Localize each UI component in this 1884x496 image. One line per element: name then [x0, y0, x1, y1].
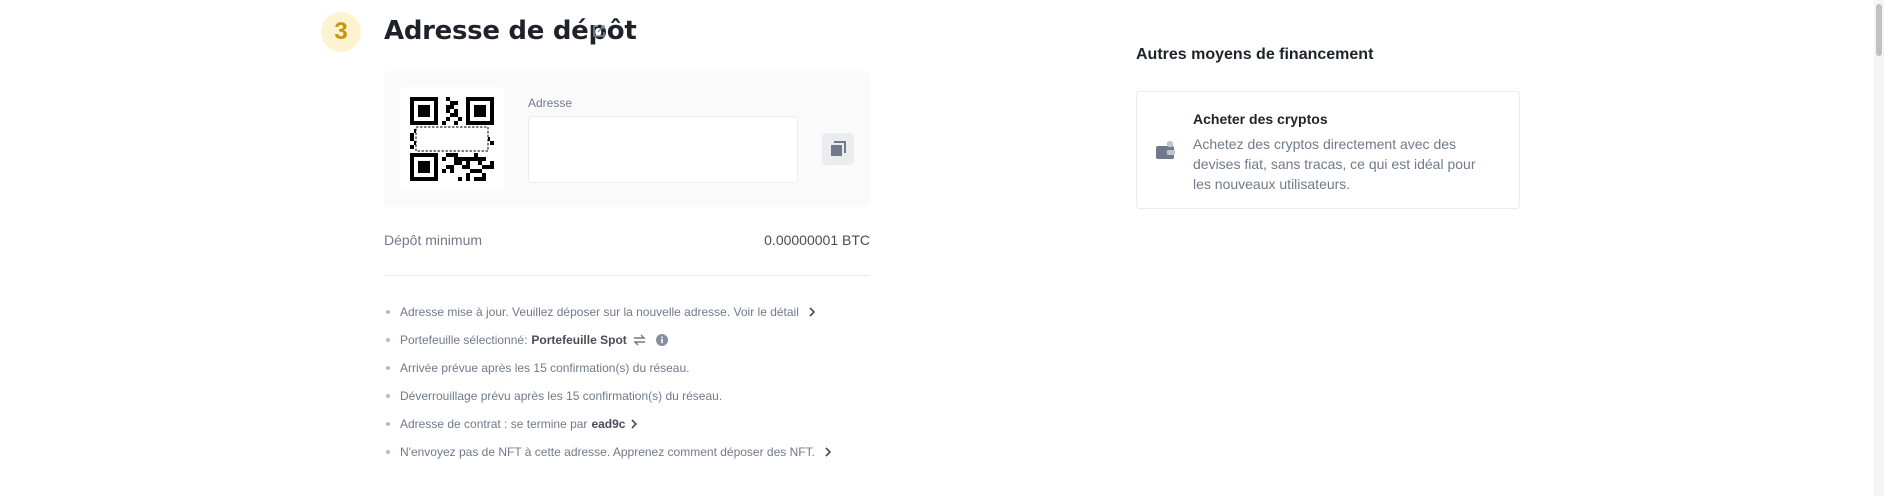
divider	[384, 275, 870, 276]
info-icon[interactable]	[655, 334, 668, 346]
minimum-deposit-label: Dépôt minimum	[384, 232, 483, 248]
chevron-right-icon[interactable]	[807, 307, 817, 317]
bullet	[386, 450, 390, 454]
address-field[interactable]	[528, 116, 798, 183]
wallet-name: Portefeuille Spot	[531, 333, 627, 347]
bullet	[386, 338, 390, 342]
qr-code	[400, 87, 504, 191]
note-text: N'envoyez pas de NFT à cette adresse. Ap…	[400, 445, 815, 459]
note-wallet: Portefeuille sélectionné: Portefeuille S…	[384, 326, 944, 354]
note-address-updated[interactable]: Adresse mise à jour. Veuillez déposer su…	[384, 298, 944, 326]
copy-icon	[831, 141, 846, 156]
deposit-notes-list: Adresse mise à jour. Veuillez déposer su…	[384, 298, 944, 466]
minimum-deposit-value: 0.00000001 BTC	[764, 232, 870, 248]
deposit-address-card: Adresse	[384, 71, 870, 207]
chevron-right-icon[interactable]	[823, 447, 833, 457]
step-number-badge: 3	[321, 12, 361, 52]
contract-suffix[interactable]: ead9c	[591, 417, 625, 431]
swap-icon[interactable]	[633, 334, 646, 346]
address-label: Adresse	[528, 96, 573, 110]
note-nft[interactable]: N'envoyez pas de NFT à cette adresse. Ap…	[384, 438, 944, 466]
wallet-icon	[1156, 140, 1175, 159]
note-text: Adresse mise à jour. Veuillez déposer su…	[400, 305, 799, 319]
buy-crypto-card[interactable]: Acheter des cryptos Achetez des cryptos …	[1136, 91, 1520, 209]
scrollbar-thumb[interactable]	[1876, 4, 1882, 56]
buy-crypto-title: Acheter des cryptos	[1193, 111, 1328, 127]
note-contract[interactable]: Adresse de contrat : se termine par ead9…	[384, 410, 944, 438]
buy-crypto-description: Achetez des cryptos directement avec des…	[1193, 136, 1476, 192]
minimum-deposit-row: Dépôt minimum 0.00000001 BTC	[384, 232, 870, 252]
contract-label: Adresse de contrat : se termine par	[400, 417, 588, 431]
note-unlock: Déverrouillage prévu après les 15 confir…	[384, 382, 944, 410]
page-scrollbar[interactable]	[1874, 0, 1884, 496]
funding-methods-title: Autres moyens de financement	[1136, 46, 1374, 63]
bullet	[386, 394, 390, 398]
bullet	[386, 422, 390, 426]
note-text: Déverrouillage prévu après les 15 confir…	[400, 389, 723, 403]
bullet	[386, 310, 390, 314]
copy-address-button[interactable]	[822, 133, 854, 165]
edit-icon[interactable]	[592, 24, 606, 38]
bullet	[386, 366, 390, 370]
chevron-right-icon[interactable]	[629, 419, 639, 429]
wallet-label: Portefeuille sélectionné:	[400, 333, 528, 347]
note-text: Arrivée prévue après les 15 confirmation…	[400, 361, 690, 375]
note-arrival: Arrivée prévue après les 15 confirmation…	[384, 354, 944, 382]
